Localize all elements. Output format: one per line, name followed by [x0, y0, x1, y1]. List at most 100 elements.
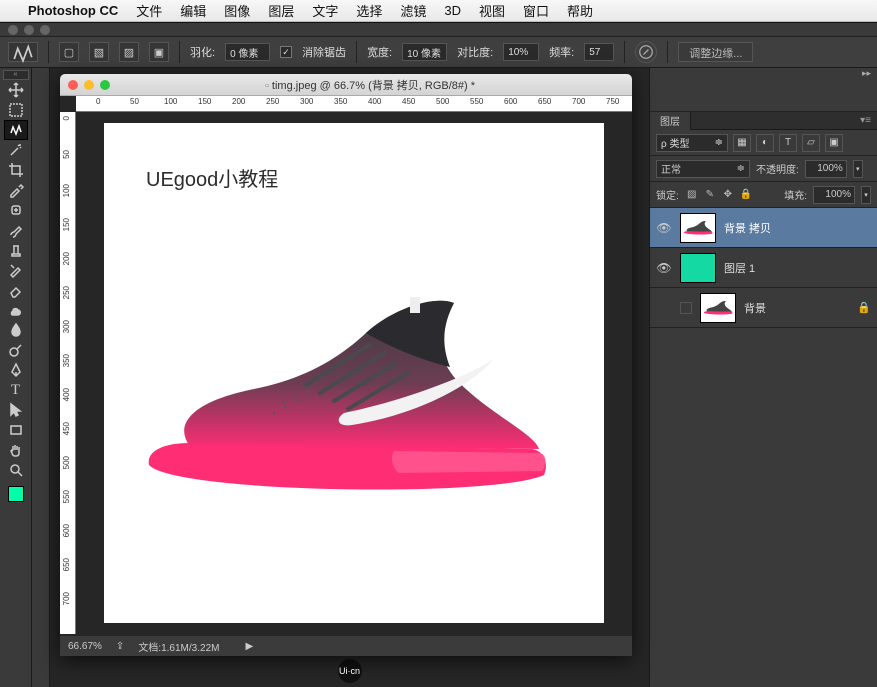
- panel-menu-icon[interactable]: ▾≡: [860, 115, 877, 126]
- layer-name[interactable]: 背景: [744, 300, 766, 316]
- visibility-toggle-icon[interactable]: 👁: [656, 220, 672, 236]
- width-input[interactable]: [402, 43, 447, 61]
- refine-edge-button[interactable]: 调整边缘...: [678, 42, 753, 62]
- status-play-icon[interactable]: ▶: [245, 641, 253, 652]
- selection-subtract-icon[interactable]: ▨: [119, 42, 139, 62]
- lock-transparency-icon[interactable]: ▨: [685, 188, 699, 202]
- layer-thumbnail[interactable]: [680, 213, 716, 243]
- selection-add-icon[interactable]: ▧: [89, 42, 109, 62]
- filter-type-select[interactable]: ρ 类型≑: [656, 134, 728, 152]
- layer-name[interactable]: 背景 拷贝: [724, 220, 771, 236]
- contrast-input[interactable]: [503, 43, 539, 61]
- doc-minimize-icon[interactable]: [84, 80, 94, 90]
- foreground-color-swatch[interactable]: [8, 486, 24, 502]
- menu-file[interactable]: 文件: [136, 1, 162, 20]
- crop-tool[interactable]: [4, 160, 28, 180]
- brush-tool[interactable]: [4, 220, 28, 240]
- window-zoom-icon[interactable]: [40, 25, 50, 35]
- menu-filter[interactable]: 滤镜: [400, 1, 426, 20]
- path-selection-tool[interactable]: [4, 400, 28, 420]
- toolbox: « T: [0, 68, 32, 687]
- panel-collapse-icon[interactable]: ▸▸: [862, 68, 871, 79]
- share-icon[interactable]: ⇪: [116, 641, 124, 652]
- menu-3d[interactable]: 3D: [444, 3, 461, 18]
- app-name[interactable]: Photoshop CC: [28, 3, 118, 18]
- menu-image[interactable]: 图像: [224, 1, 250, 20]
- eraser-tool[interactable]: [4, 280, 28, 300]
- lock-indicator-icon: 🔒: [857, 301, 871, 314]
- tool-preset-icon[interactable]: [8, 42, 38, 62]
- fill-label: 填充:: [784, 187, 807, 202]
- menu-select[interactable]: 选择: [356, 1, 382, 20]
- marquee-tool[interactable]: [4, 100, 28, 120]
- healing-brush-tool[interactable]: [4, 200, 28, 220]
- layer-name[interactable]: 图层 1: [724, 260, 755, 276]
- filter-adjust-icon[interactable]: ◐: [756, 134, 774, 152]
- blend-opacity-row: 正常≑ 不透明度: 100% ▾: [650, 156, 877, 182]
- selection-intersect-icon[interactable]: ▣: [149, 42, 169, 62]
- layer-row[interactable]: 👁 背景 拷贝: [650, 208, 877, 248]
- filter-type-icon[interactable]: T: [779, 134, 797, 152]
- feather-input[interactable]: [225, 43, 270, 61]
- toolbox-collapse-icon[interactable]: «: [3, 70, 29, 80]
- filter-pixel-icon[interactable]: ▦: [733, 134, 751, 152]
- layers-tab[interactable]: 图层: [650, 111, 691, 130]
- opacity-dropdown-icon[interactable]: ▾: [853, 160, 863, 178]
- menu-type[interactable]: 文字: [312, 1, 338, 20]
- filter-shape-icon[interactable]: ▱: [802, 134, 820, 152]
- history-brush-tool[interactable]: [4, 260, 28, 280]
- canvas[interactable]: UEgood小教程: [104, 123, 604, 623]
- doc-zoom-icon[interactable]: [100, 80, 110, 90]
- lock-all-icon[interactable]: 🔒: [739, 188, 753, 202]
- visibility-toggle-icon[interactable]: [656, 300, 672, 316]
- antialias-label: 消除锯齿: [302, 44, 346, 60]
- rectangle-tool[interactable]: [4, 420, 28, 440]
- layer-filter-toolbar: ρ 类型≑ ▦ ◐ T ▱ ▣: [650, 130, 877, 156]
- layer-thumbnail[interactable]: [680, 253, 716, 283]
- pen-tool[interactable]: [4, 360, 28, 380]
- layer-row[interactable]: 背景 🔒: [650, 288, 877, 328]
- move-tool[interactable]: [4, 80, 28, 100]
- menu-window[interactable]: 窗口: [523, 1, 549, 20]
- fill-input[interactable]: 100%: [813, 186, 855, 204]
- horizontal-ruler[interactable]: 0501001502002503003504004505005506006507…: [76, 96, 632, 112]
- collapsed-panel-strip[interactable]: [32, 68, 50, 687]
- clone-stamp-tool[interactable]: [4, 240, 28, 260]
- canvas-area[interactable]: UEgood小教程: [76, 112, 632, 634]
- hand-tool[interactable]: [4, 440, 28, 460]
- zoom-tool[interactable]: [4, 460, 28, 480]
- antialias-checkbox[interactable]: ✓: [280, 46, 292, 58]
- zoom-level[interactable]: 66.67%: [68, 641, 102, 652]
- layer-thumbnail[interactable]: [700, 293, 736, 323]
- menu-view[interactable]: 视图: [479, 1, 505, 20]
- menu-layer[interactable]: 图层: [268, 1, 294, 20]
- selection-new-icon[interactable]: ▢: [59, 42, 79, 62]
- window-minimize-icon[interactable]: [24, 25, 34, 35]
- type-tool[interactable]: T: [4, 380, 28, 400]
- menu-edit[interactable]: 编辑: [180, 1, 206, 20]
- opacity-label: 不透明度:: [756, 161, 799, 176]
- pen-pressure-icon[interactable]: [635, 41, 657, 63]
- opacity-input[interactable]: 100%: [805, 160, 847, 178]
- lock-position-icon[interactable]: ✥: [721, 188, 735, 202]
- contrast-label: 对比度:: [457, 44, 493, 60]
- shoe-image: [134, 293, 554, 503]
- dodge-tool[interactable]: [4, 340, 28, 360]
- filter-smart-icon[interactable]: ▣: [825, 134, 843, 152]
- doc-close-icon[interactable]: [68, 80, 78, 90]
- visibility-empty[interactable]: [680, 302, 692, 314]
- blend-mode-select[interactable]: 正常≑: [656, 160, 750, 178]
- window-close-icon[interactable]: [8, 25, 18, 35]
- lasso-tool[interactable]: [4, 120, 28, 140]
- fill-dropdown-icon[interactable]: ▾: [861, 186, 871, 204]
- gradient-tool[interactable]: [4, 300, 28, 320]
- blur-tool[interactable]: [4, 320, 28, 340]
- visibility-toggle-icon[interactable]: 👁: [656, 260, 672, 276]
- layer-row[interactable]: 👁 图层 1: [650, 248, 877, 288]
- lock-image-icon[interactable]: ✎: [703, 188, 717, 202]
- magic-wand-tool[interactable]: [4, 140, 28, 160]
- menu-help[interactable]: 帮助: [567, 1, 593, 20]
- eyedropper-tool[interactable]: [4, 180, 28, 200]
- frequency-input[interactable]: [584, 43, 614, 61]
- vertical-ruler[interactable]: 0501001502002503003504004505005506006507…: [60, 112, 76, 634]
